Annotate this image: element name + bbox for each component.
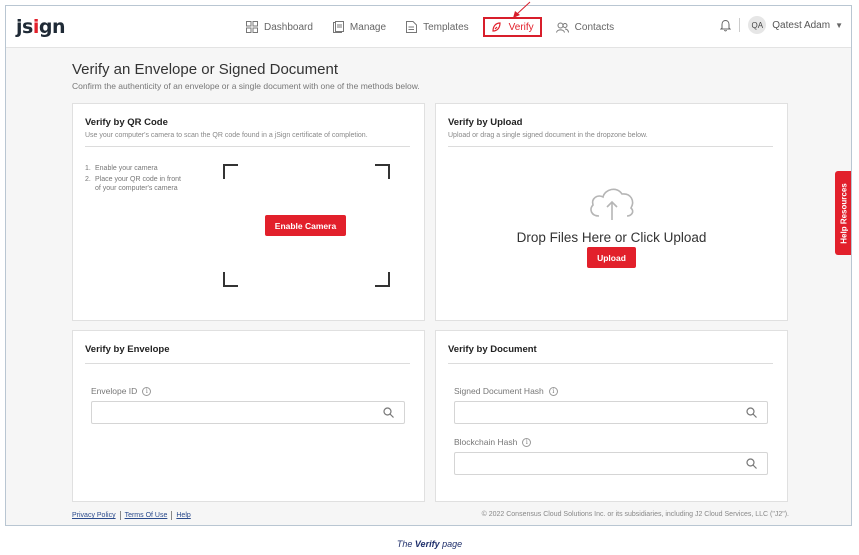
envelope-id-input[interactable] — [91, 401, 405, 424]
templates-icon — [406, 21, 418, 33]
scan-frame-corner-tl — [223, 164, 238, 179]
logo-text-pre: js — [16, 16, 33, 38]
privacy-policy-link[interactable]: Privacy Policy — [72, 512, 116, 519]
manage-icon — [332, 21, 344, 33]
qr-step: 1. Enable your camera — [85, 165, 158, 172]
bell-icon[interactable] — [720, 19, 732, 32]
qr-card-title: Verify by QR Code — [85, 117, 168, 128]
envelope-card-divider — [85, 363, 410, 364]
verify-icon — [492, 22, 501, 32]
search-icon[interactable] — [383, 407, 394, 418]
footer-links: Privacy Policy Terms Of Use Help — [72, 511, 191, 520]
scan-frame-corner-bl — [223, 272, 238, 287]
qr-steps: 1. Enable your camera 2. Place your QR cod… — [85, 164, 195, 195]
blockchain-hash-input[interactable] — [454, 452, 768, 475]
nav-templates[interactable]: Templates — [406, 17, 469, 37]
blockchain-hash-label: Blockchain Hash i — [454, 437, 532, 447]
help-resources-tab[interactable]: Help Resources — [835, 171, 851, 255]
contacts-icon — [555, 22, 569, 33]
nav-dashboard[interactable]: Dashboard — [246, 17, 313, 37]
document-hash-label: Signed Document Hash i — [454, 386, 558, 396]
info-icon[interactable]: i — [522, 437, 532, 447]
top-navbar: jsign Dashboard Manage Templates Verify … — [6, 6, 851, 48]
jsign-logo[interactable]: jsign — [16, 16, 65, 38]
info-icon[interactable]: i — [142, 386, 152, 396]
scan-frame-corner-br — [375, 272, 390, 287]
envelope-card: Verify by Envelope Envelope ID i — [72, 330, 425, 502]
upload-card-divider — [448, 146, 773, 147]
nav-contacts-label: Contacts — [574, 21, 615, 33]
nav-manage-label: Manage — [349, 21, 387, 33]
user-area: QA Qatest Adam ▼ — [720, 16, 843, 34]
qr-card-subtitle: Use your computer's camera to scan the Q… — [85, 132, 368, 139]
document-card: Verify by Document Signed Document Hash … — [435, 330, 788, 502]
terms-of-use-link[interactable]: Terms Of Use — [125, 512, 168, 519]
nav-manage[interactable]: Manage — [332, 17, 387, 37]
page-subtitle: Confirm the authenticity of an envelope … — [72, 81, 420, 91]
search-icon[interactable] — [746, 407, 757, 418]
footer-divider — [171, 511, 173, 520]
envelope-card-title: Verify by Envelope — [85, 344, 170, 355]
document-card-divider — [448, 363, 773, 364]
chevron-down-icon[interactable]: ▼ — [835, 21, 843, 30]
main-nav: Dashboard Manage Templates Verify Contac… — [246, 16, 634, 38]
qr-step: 2. Place your QR code in front of your co… — [85, 176, 181, 192]
logo-text-post: gn — [38, 16, 66, 38]
enable-camera-button[interactable]: Enable Camera — [265, 215, 346, 236]
dropzone-text: Drop Files Here or Click Upload — [516, 230, 707, 245]
user-divider — [739, 18, 741, 32]
figure-caption: The Verify page — [396, 539, 463, 549]
copyright-text: © 2022 Consensus Cloud Solutions Inc. or… — [481, 511, 789, 518]
nav-dashboard-label: Dashboard — [264, 21, 313, 33]
page-title: Verify an Envelope or Signed Document — [72, 61, 338, 78]
nav-verify-label: Verify — [508, 21, 534, 33]
dashboard-icon — [246, 21, 258, 33]
nav-templates-label: Templates — [423, 21, 469, 33]
cloud-upload-icon — [590, 188, 634, 220]
search-icon[interactable] — [746, 458, 757, 469]
document-card-title: Verify by Document — [448, 344, 537, 355]
help-link[interactable]: Help — [176, 512, 190, 519]
footer-divider — [119, 511, 121, 520]
app-window: jsign Dashboard Manage Templates Verify … — [5, 5, 852, 526]
scan-frame-corner-tr — [375, 164, 390, 179]
nav-contacts[interactable]: Contacts — [555, 17, 615, 37]
qr-card: Verify by QR Code Use your computer's ca… — [72, 103, 425, 321]
upload-card-title: Verify by Upload — [448, 117, 523, 128]
upload-card[interactable]: Verify by Upload Upload or drag a single… — [435, 103, 788, 321]
qr-card-divider — [85, 146, 410, 147]
user-name[interactable]: Qatest Adam — [772, 20, 830, 31]
upload-button[interactable]: Upload — [587, 247, 636, 268]
info-icon[interactable]: i — [548, 386, 558, 396]
nav-verify[interactable]: Verify — [482, 17, 542, 37]
document-hash-input[interactable] — [454, 401, 768, 424]
avatar[interactable]: QA — [748, 16, 767, 34]
envelope-id-label: Envelope ID i — [91, 386, 152, 396]
upload-card-subtitle: Upload or drag a single signed document … — [448, 132, 648, 139]
